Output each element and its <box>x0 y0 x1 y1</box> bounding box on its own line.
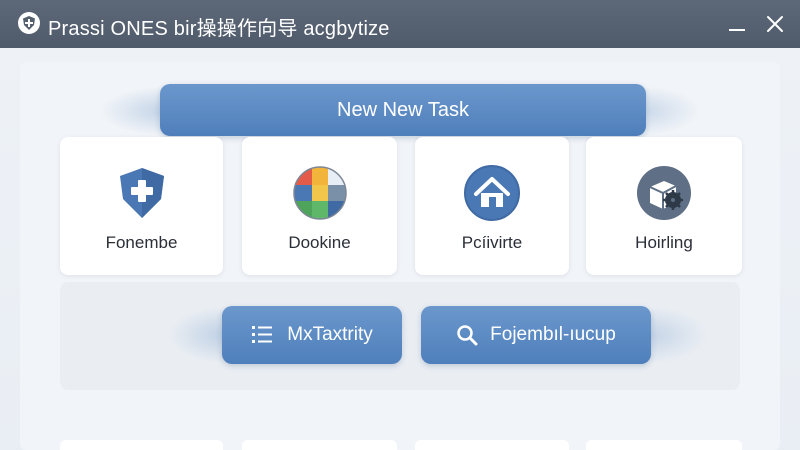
button-glow <box>640 86 700 136</box>
tile-fonembe[interactable]: Fonembe <box>60 137 223 275</box>
tile-pciivirte[interactable]: Pcíivirte <box>415 137 569 275</box>
close-button[interactable] <box>758 8 792 40</box>
action-label: Fojembıl-ıucup <box>490 324 616 345</box>
tile-label: Dookine <box>288 233 351 252</box>
window-title: Prassi ONES bir操操作向导 acgbytize <box>48 18 390 40</box>
tile-partial <box>415 440 569 450</box>
color-grid-icon <box>292 165 348 221</box>
minimize-button[interactable] <box>720 8 754 40</box>
action-label: MxTaxtrity <box>287 324 373 345</box>
minimize-icon <box>729 29 745 31</box>
home-icon <box>464 165 520 221</box>
new-task-button[interactable]: New New Task <box>160 84 646 136</box>
shield-plus-icon <box>114 165 170 221</box>
box-gear-icon <box>636 165 692 221</box>
tile-label: Pcíivirte <box>461 233 523 252</box>
action-button-mxtaxtrity[interactable]: MxTaxtrity <box>222 306 402 364</box>
tile-hoirling[interactable]: Hoirling <box>586 137 742 275</box>
button-glow <box>648 306 708 364</box>
action-button-search[interactable]: Fojembıl-ıucup <box>421 306 651 364</box>
tile-label: Fonembe <box>105 233 178 252</box>
tile-partial <box>60 440 223 450</box>
title-bar: Prassi ONES bir操操作向导 acgbytize <box>0 0 800 48</box>
search-icon <box>457 325 478 346</box>
tile-label: Hoirling <box>635 233 693 252</box>
button-glow <box>168 306 228 364</box>
close-icon <box>767 16 783 32</box>
tile-partial <box>586 440 742 450</box>
tile-dookine[interactable]: Dookine <box>242 137 397 275</box>
list-icon <box>252 326 273 343</box>
tile-partial <box>242 440 397 450</box>
shield-cross-icon <box>18 12 40 34</box>
